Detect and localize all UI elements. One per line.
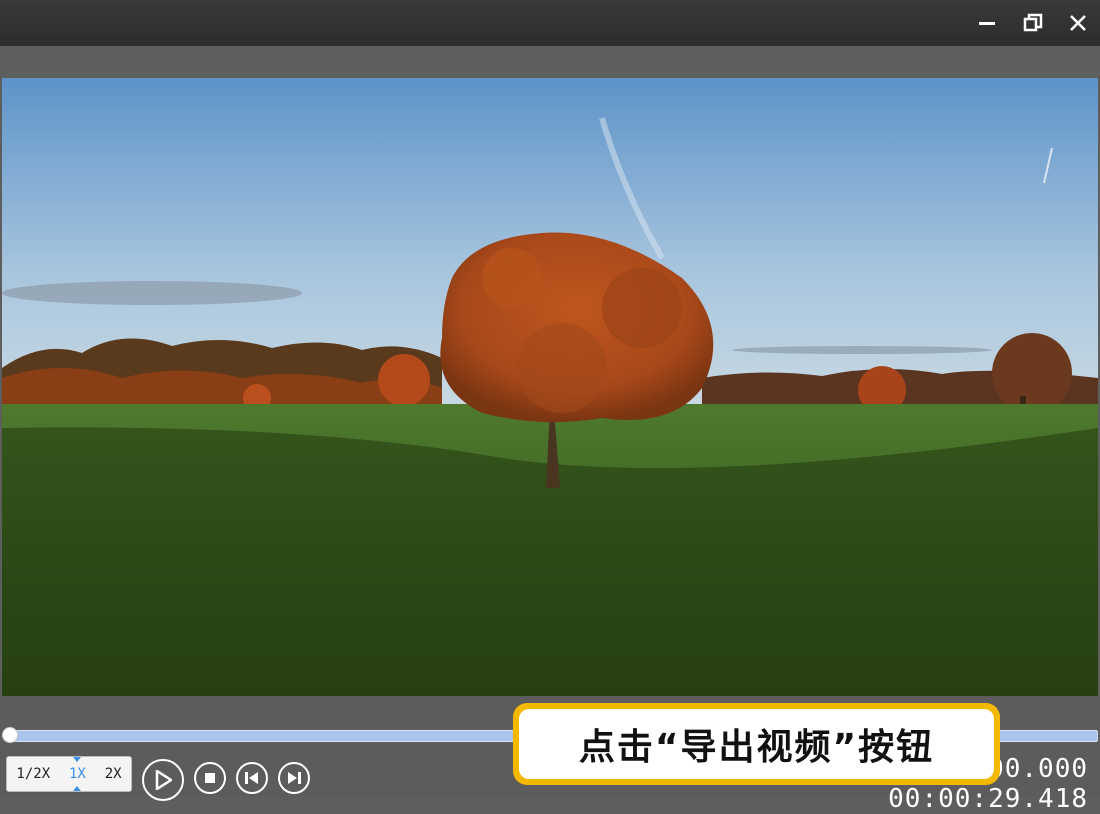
title-bar (0, 0, 1100, 46)
instruction-callout: 点击“导出视频”按钮 (513, 703, 1000, 785)
toolbar-strip (0, 46, 1100, 79)
restore-button[interactable] (1018, 8, 1048, 38)
close-button[interactable] (1063, 8, 1093, 38)
video-preview[interactable] (2, 78, 1098, 696)
speed-double[interactable]: 2X (105, 766, 122, 782)
restore-icon (1023, 13, 1043, 32)
seek-thumb[interactable] (2, 727, 18, 743)
speed-selector: 1/2X 1X 2X (6, 756, 132, 792)
play-button[interactable] (142, 759, 184, 801)
minimize-button[interactable] (972, 8, 1002, 38)
close-icon (1070, 15, 1086, 31)
play-icon (155, 770, 172, 790)
previous-frame-button[interactable] (236, 762, 268, 794)
stop-button[interactable] (194, 762, 226, 794)
stop-icon (205, 773, 215, 783)
callout-text: 点击“导出视频”按钮 (519, 709, 994, 779)
speed-normal[interactable]: 1X (69, 757, 86, 791)
total-time: 00:00:29.418 (888, 784, 1088, 814)
video-frame (2, 78, 1098, 696)
previous-frame-icon (245, 772, 258, 784)
next-frame-button[interactable] (278, 762, 310, 794)
speed-half[interactable]: 1/2X (16, 766, 50, 782)
next-frame-icon (288, 772, 301, 784)
minimize-icon (979, 22, 995, 25)
